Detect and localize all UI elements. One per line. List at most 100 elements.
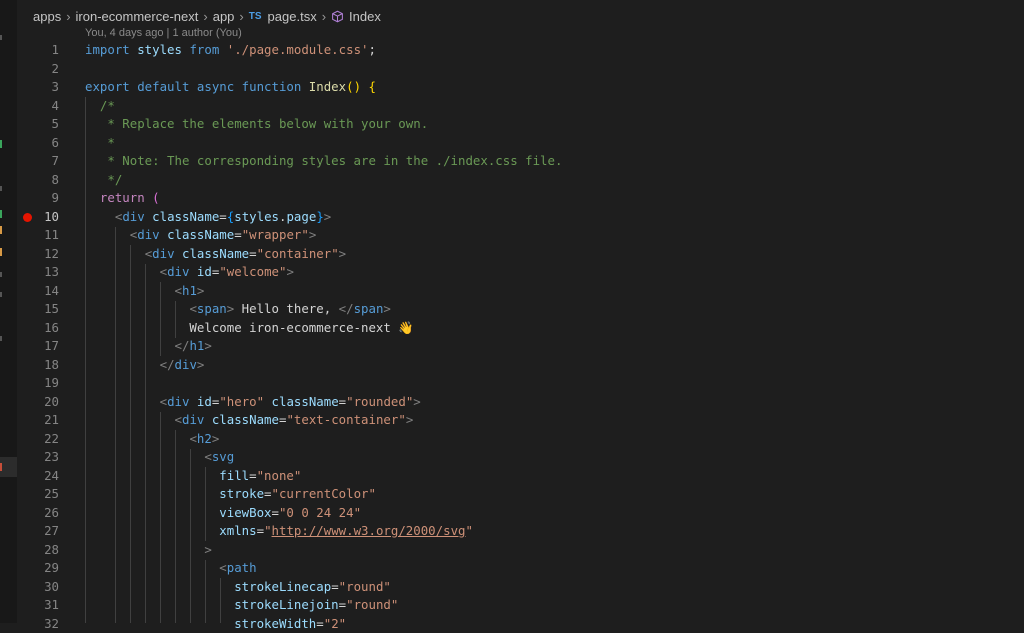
breadcrumb-item-symbol[interactable]: Index <box>349 9 381 24</box>
code-line[interactable]: 4 /* <box>0 97 1024 116</box>
line-number[interactable]: 13 <box>30 263 59 282</box>
code-token: styles <box>137 42 189 57</box>
code-line[interactable]: 23 <svg <box>0 448 1024 467</box>
code-token: h1 <box>189 338 204 353</box>
line-number[interactable]: 21 <box>30 411 59 430</box>
breadcrumb-item-project[interactable]: iron-ecommerce-next <box>76 9 199 24</box>
code-line[interactable]: 18 </div> <box>0 356 1024 375</box>
code-line[interactable]: 12 <div className="container"> <box>0 245 1024 264</box>
code-token: "wrapper" <box>242 227 309 242</box>
breadcrumb-item-apps[interactable]: apps <box>33 9 61 24</box>
line-number[interactable]: 18 <box>30 356 59 375</box>
line-number[interactable]: 20 <box>30 393 59 412</box>
code-token: div <box>137 227 167 242</box>
code-line[interactable]: 14 <h1> <box>0 282 1024 301</box>
code-line[interactable]: 31 strokeLinejoin="round" <box>0 596 1024 615</box>
code-token: className <box>167 227 234 242</box>
line-number[interactable]: 1 <box>30 41 59 60</box>
code-line[interactable]: 9 return ( <box>0 189 1024 208</box>
code-line[interactable]: 25 stroke="currentColor" <box>0 485 1024 504</box>
code-token <box>85 357 160 372</box>
line-number[interactable]: 8 <box>30 171 59 190</box>
breakpoint-icon[interactable] <box>23 213 32 222</box>
line-number[interactable]: 22 <box>30 430 59 449</box>
code-token <box>85 560 219 575</box>
line-number[interactable]: 16 <box>30 319 59 338</box>
code-line[interactable]: 10 <div className={styles.page}> <box>0 208 1024 227</box>
code-token <box>85 301 189 316</box>
line-number[interactable]: 9 <box>30 189 59 208</box>
line-number[interactable]: 2 <box>30 60 59 79</box>
line-number[interactable]: 23 <box>30 448 59 467</box>
line-number[interactable]: 4 <box>30 97 59 116</box>
line-number[interactable]: 29 <box>30 559 59 578</box>
code-token: </ <box>339 301 354 316</box>
code-line[interactable]: 8 */ <box>0 171 1024 190</box>
code-line[interactable]: 20 <div id="hero" className="rounded"> <box>0 393 1024 412</box>
code-token: > <box>204 338 211 353</box>
code-line[interactable]: 5 * Replace the elements below with your… <box>0 115 1024 134</box>
code-line[interactable]: 15 <span> Hello there, </span> <box>0 300 1024 319</box>
code-line[interactable]: 26 viewBox="0 0 24 24" <box>0 504 1024 523</box>
code-token: = <box>234 227 241 242</box>
code-line[interactable]: 32 strokeWidth="2" <box>0 615 1024 633</box>
code-token: className <box>212 412 279 427</box>
code-line[interactable]: 21 <div className="text-container"> <box>0 411 1024 430</box>
line-number[interactable]: 30 <box>30 578 59 597</box>
code-token: < <box>219 560 226 575</box>
code-token: = <box>219 209 226 224</box>
code-token: /* <box>85 98 115 113</box>
code-text: /* <box>85 97 115 116</box>
line-number[interactable]: 11 <box>30 226 59 245</box>
code-line[interactable]: 19 <box>0 374 1024 393</box>
code-token: page <box>286 209 316 224</box>
line-number[interactable]: 10 <box>30 208 59 227</box>
code-token: > <box>383 301 390 316</box>
code-line[interactable]: 28 > <box>0 541 1024 560</box>
code-line[interactable]: 6 * <box>0 134 1024 153</box>
code-line[interactable]: 7 * Note: The corresponding styles are i… <box>0 152 1024 171</box>
line-number[interactable]: 19 <box>30 374 59 393</box>
code-line[interactable]: 29 <path <box>0 559 1024 578</box>
line-number[interactable]: 24 <box>30 467 59 486</box>
line-number[interactable]: 17 <box>30 337 59 356</box>
blame-annotation[interactable]: You, 4 days ago | 1 author (You) <box>85 27 242 39</box>
code-token: "none" <box>257 468 302 483</box>
code-line[interactable]: 30 strokeLinecap="round" <box>0 578 1024 597</box>
code-line[interactable]: 22 <h2> <box>0 430 1024 449</box>
code-text: <div className="wrapper"> <box>85 226 316 245</box>
breadcrumb-item-app[interactable]: app <box>213 9 235 24</box>
line-number[interactable]: 28 <box>30 541 59 560</box>
code-editor[interactable]: 1import styles from './page.module.css';… <box>0 41 1024 633</box>
code-line[interactable]: 3export default async function Index() { <box>0 78 1024 97</box>
line-number[interactable]: 5 <box>30 115 59 134</box>
code-line[interactable]: 13 <div id="welcome"> <box>0 263 1024 282</box>
line-number[interactable]: 3 <box>30 78 59 97</box>
code-token: h1 <box>182 283 197 298</box>
line-number[interactable]: 26 <box>30 504 59 523</box>
line-number[interactable]: 32 <box>30 615 59 633</box>
code-line[interactable]: 27 xmlns="http://www.w3.org/2000/svg" <box>0 522 1024 541</box>
code-token: "rounded" <box>346 394 413 409</box>
line-number[interactable]: 14 <box>30 282 59 301</box>
code-token: </ <box>175 338 190 353</box>
line-number[interactable]: 12 <box>30 245 59 264</box>
code-line[interactable]: 16 Welcome iron-ecommerce-next 👋 <box>0 319 1024 338</box>
breadcrumb-item-file[interactable]: page.tsx <box>268 9 317 24</box>
line-number[interactable]: 25 <box>30 485 59 504</box>
code-line[interactable]: 1import styles from './page.module.css'; <box>0 41 1024 60</box>
code-token: * Replace the elements below with your o… <box>85 116 428 131</box>
line-number[interactable]: 7 <box>30 152 59 171</box>
line-number[interactable]: 31 <box>30 596 59 615</box>
code-line[interactable]: 24 fill="none" <box>0 467 1024 486</box>
line-number[interactable]: 15 <box>30 300 59 319</box>
code-token: () { <box>346 79 376 94</box>
code-line[interactable]: 11 <div className="wrapper"> <box>0 226 1024 245</box>
chevron-right-icon: › <box>239 9 243 24</box>
line-number[interactable]: 27 <box>30 522 59 541</box>
line-number[interactable]: 6 <box>30 134 59 153</box>
code-token: strokeWidth <box>234 616 316 631</box>
code-line[interactable]: 2 <box>0 60 1024 79</box>
code-line[interactable]: 17 </h1> <box>0 337 1024 356</box>
code-text: <div className="container"> <box>85 245 346 264</box>
